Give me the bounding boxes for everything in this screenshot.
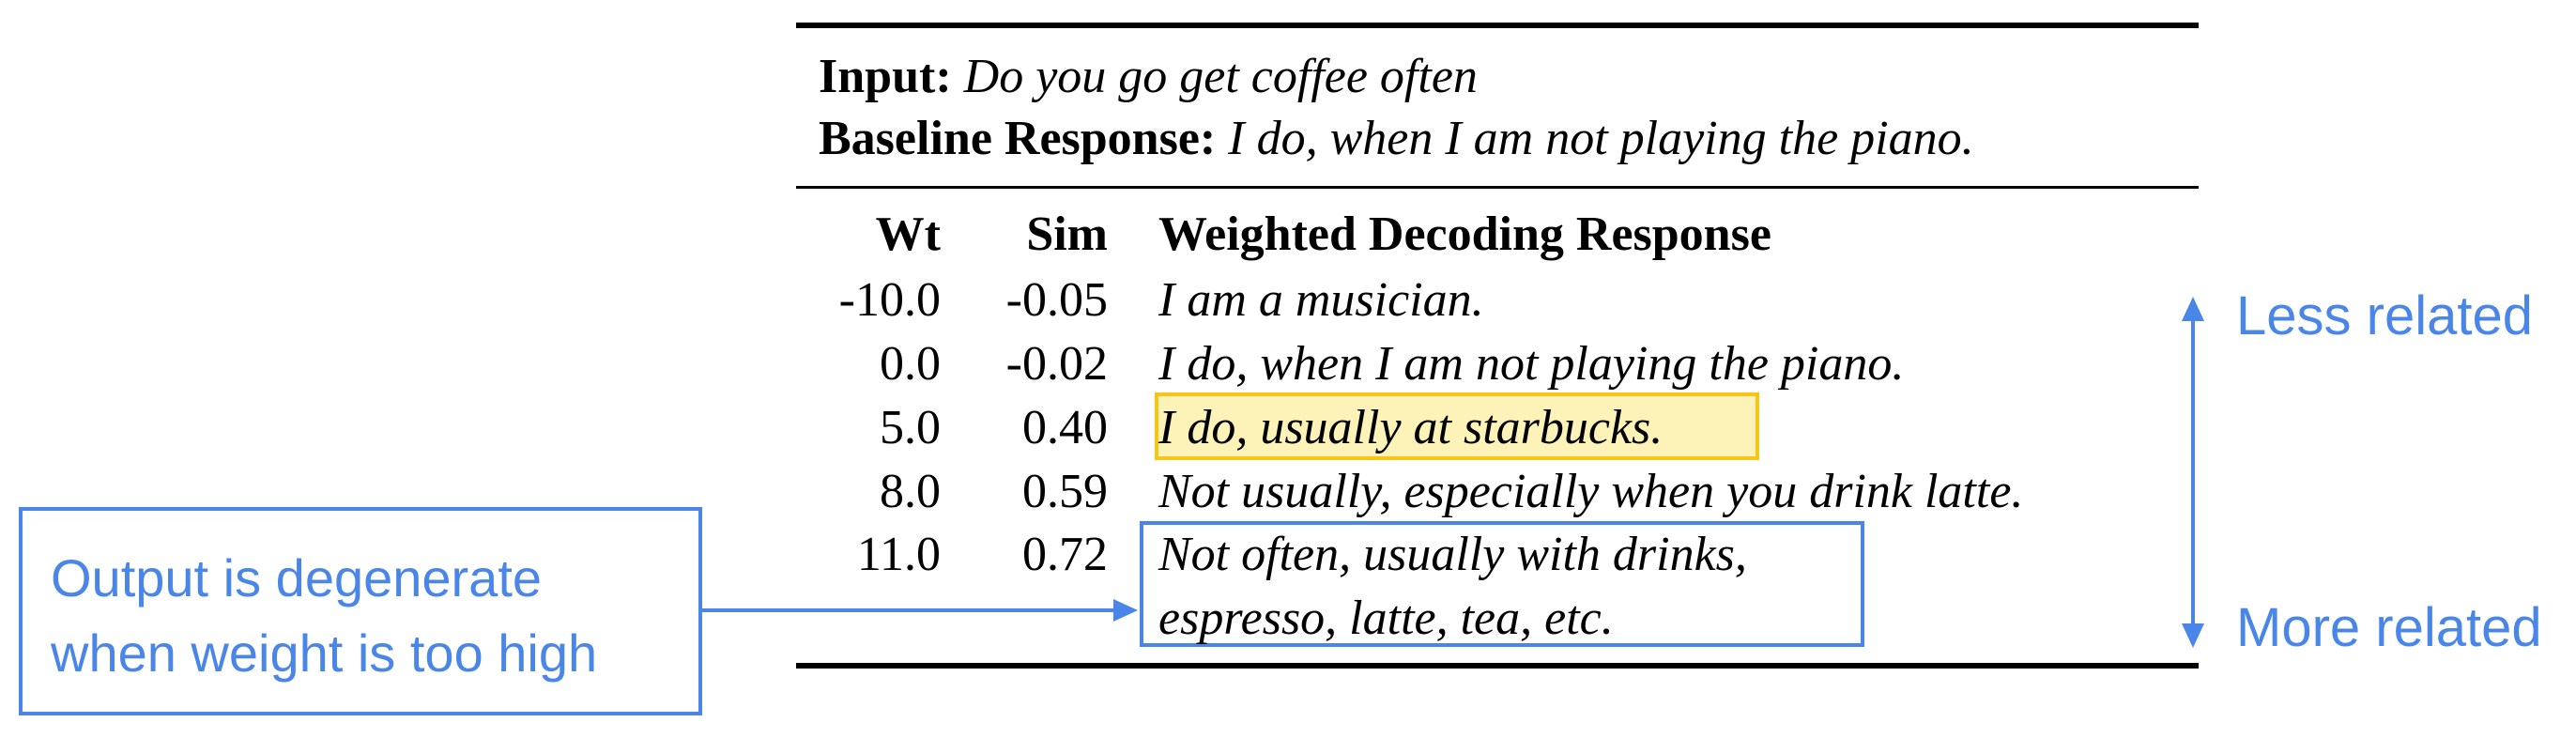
callout-arrow [702, 599, 1138, 622]
annotation-arrows [702, 297, 2204, 648]
relatedness-double-arrow [2182, 297, 2204, 648]
